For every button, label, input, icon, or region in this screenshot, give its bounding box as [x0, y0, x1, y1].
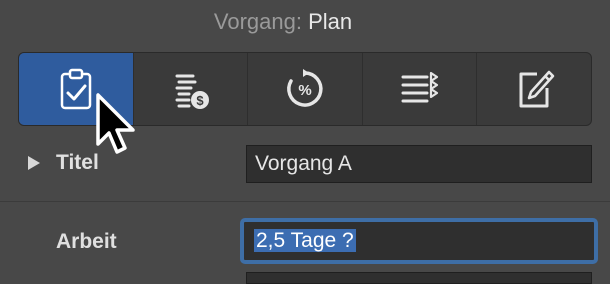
tab-dependencies[interactable] — [363, 53, 478, 125]
mouse-pointer-icon — [96, 93, 135, 154]
tab-notes[interactable] — [477, 53, 591, 125]
notes-edit-icon — [519, 70, 555, 108]
cost-stack-icon: $ — [175, 74, 210, 109]
title-field[interactable]: Vorgang A — [246, 145, 592, 183]
svg-text:%: % — [298, 82, 311, 99]
list-arrows-icon — [401, 71, 438, 103]
next-field[interactable] — [246, 272, 592, 284]
work-label: Arbeit — [56, 230, 117, 253]
svg-text:$: $ — [197, 93, 205, 108]
section-divider — [0, 201, 610, 202]
inspector-header: Vorgang: Plan — [0, 6, 566, 38]
header-label: Vorgang: — [213, 9, 302, 34]
clipboard-check-icon — [60, 68, 92, 110]
tab-cost[interactable]: $ — [134, 53, 249, 125]
title-label: Titel — [56, 151, 99, 174]
disclosure-triangle-icon[interactable] — [28, 156, 40, 170]
work-field[interactable]: 2,5 Tage ? — [240, 218, 598, 264]
header-value: Plan — [308, 9, 353, 34]
percent-progress-icon: % — [287, 69, 323, 107]
work-field-selected-text: 2,5 Tage ? — [254, 229, 356, 252]
tab-progress[interactable]: % — [248, 53, 363, 125]
